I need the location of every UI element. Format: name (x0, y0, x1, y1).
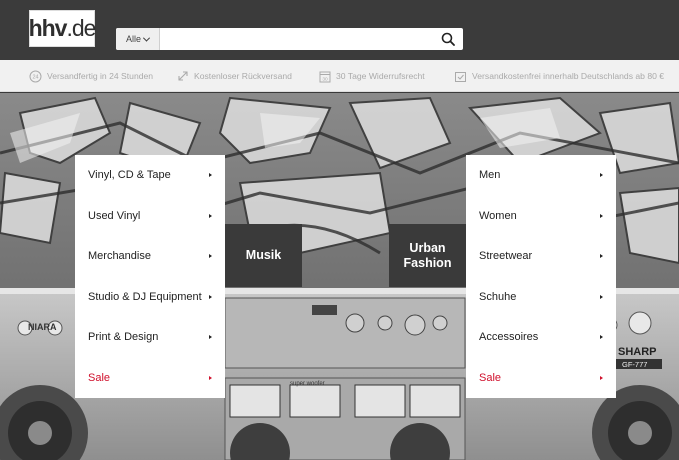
menu-item-print-design[interactable]: Print & Design (75, 317, 225, 358)
return-arrows-icon (178, 71, 188, 81)
search-input[interactable] (160, 28, 433, 50)
menu-item-schuhe[interactable]: Schuhe (466, 277, 616, 318)
sharp-brand-label: SHARP (618, 346, 657, 358)
chevron-right-icon (600, 173, 603, 178)
chevron-right-icon (209, 173, 212, 178)
chevron-right-icon (209, 254, 212, 259)
chevron-right-icon (600, 254, 603, 259)
truck-box-icon (455, 71, 466, 82)
menu-item-studio-dj-equipment[interactable]: Studio & DJ Equipment (75, 277, 225, 318)
super-woofer-label: super woofer (290, 381, 325, 387)
chevron-right-icon (209, 213, 212, 218)
usp-item-free-return: Kostenloser Rückversand (177, 68, 292, 84)
chevron-down-icon (142, 34, 151, 42)
search-scope-dropdown[interactable]: Alle (116, 28, 160, 50)
site-header: hhv .de Alle (0, 0, 679, 60)
menu-item-used-vinyl[interactable]: Used Vinyl (75, 196, 225, 237)
chevron-right-icon (600, 213, 603, 218)
svg-text:30: 30 (322, 76, 328, 82)
chevron-right-icon (600, 294, 603, 299)
menu-item-men[interactable]: Men (466, 155, 616, 196)
chevron-right-icon (600, 335, 603, 340)
usp-item-withdrawal: 30 30 Tage Widerrufsrecht (319, 68, 425, 84)
search-bar: Alle (116, 28, 463, 50)
menu-item-women[interactable]: Women (466, 196, 616, 237)
musik-category-label[interactable]: Musik (225, 224, 302, 287)
calendar-30-icon: 30 (319, 71, 331, 82)
search-button[interactable] (433, 28, 463, 50)
svg-text:24: 24 (32, 74, 38, 80)
urban-fashion-category-label[interactable]: Urban Fashion (389, 224, 466, 287)
niara-brand-label: NIARA (28, 322, 57, 332)
clock-24-icon: 24 (29, 70, 42, 82)
menu-item-musik-sale[interactable]: Sale (75, 358, 225, 399)
menu-item-fashion-sale[interactable]: Sale (466, 358, 616, 399)
chevron-right-icon (209, 375, 212, 380)
musik-category-menu: Vinyl, CD & Tape Used Vinyl Merchandise … (75, 155, 225, 398)
search-scope-label: Alle (125, 34, 141, 44)
chevron-right-icon (209, 294, 212, 299)
hhv-logo[interactable]: hhv .de (29, 10, 96, 47)
menu-item-merchandise[interactable]: Merchandise (75, 236, 225, 277)
menu-item-streetwear[interactable]: Streetwear (466, 236, 616, 277)
menu-item-accessoires[interactable]: Accessoires (466, 317, 616, 358)
model-number-label: GF-777 (622, 360, 647, 369)
chevron-right-icon (600, 375, 603, 380)
usp-item-free-shipping: Versandkostenfrei innerhalb Deutschlands… (454, 68, 664, 84)
urban-fashion-category-menu: Men Women Streetwear Schuhe Accessoires … (466, 155, 616, 398)
usp-item-shipping-time: 24 Versandfertig in 24 Stunden (29, 68, 153, 84)
search-icon (441, 32, 455, 46)
menu-item-vinyl-cd-tape[interactable]: Vinyl, CD & Tape (75, 155, 225, 196)
usp-bar: 24 Versandfertig in 24 Stunden Kostenlos… (0, 60, 679, 92)
chevron-right-icon (209, 335, 212, 340)
